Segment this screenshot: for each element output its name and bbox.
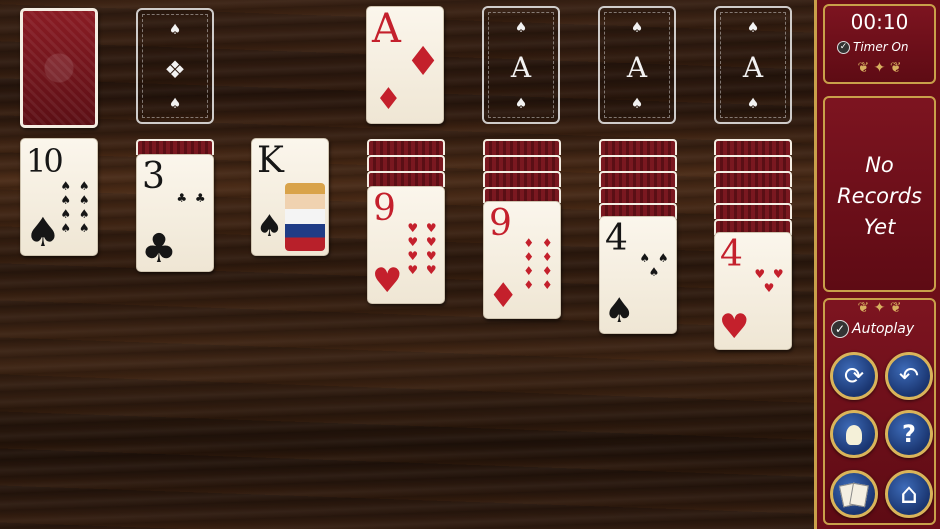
tableau-card-king-spades[interactable]: K ♠ — [251, 138, 329, 256]
face-down-card — [367, 171, 445, 187]
face-down-card — [714, 155, 792, 171]
spade-ornament-icon: ♠ — [746, 20, 760, 36]
flourish-ornament-icon: ❦ ✦ ❦ — [857, 300, 902, 316]
foundation-4[interactable]: ♠ A ♠ — [714, 6, 792, 124]
king-portrait — [285, 183, 325, 251]
face-down-card — [483, 155, 561, 171]
spade-ornament-icon: ♠ — [168, 22, 182, 38]
spade-ornament-icon: ♠ — [514, 96, 528, 112]
tableau-card-10-spades[interactable]: 10 ♠ ♠ ♠ ♠ ♠ ♠ ♠ ♠ ♠ — [20, 138, 98, 256]
diamond-icon: ♦ — [375, 82, 402, 117]
spade-ornament-icon: ♠ — [514, 20, 528, 36]
face-down-card — [714, 139, 792, 155]
records-panel: No Records Yet — [823, 96, 936, 292]
lightbulb-glyph — [846, 425, 862, 445]
foundation-1[interactable]: A ♦ ♦ — [366, 6, 444, 124]
face-down-card — [599, 139, 677, 155]
card-rank: A — [372, 6, 401, 52]
timer-toggle[interactable]: ✓ Timer On — [837, 40, 909, 54]
hint-lightbulb-icon[interactable] — [830, 410, 878, 458]
records-line: Records — [837, 184, 922, 208]
fleur-ornament-icon: ❖ — [164, 56, 186, 84]
card-pips: ♦ ♦ ♦ ♦ ♦ ♦ ♦ ♦ — [523, 236, 553, 292]
refresh-icon[interactable]: ⟳ — [830, 352, 878, 400]
diamond-icon: ♦ — [405, 39, 441, 85]
spade-ornament-icon: ♠ — [630, 96, 644, 112]
records-message: No Records Yet — [825, 150, 934, 243]
help-icon[interactable]: ? — [885, 410, 933, 458]
autoplay-toggle[interactable]: ✓ Autoplay — [831, 320, 914, 338]
foundation-3[interactable]: ♠ A ♠ — [598, 6, 676, 124]
tableau-card-9-hearts[interactable]: 9 ♥ ♥ ♥ ♥ ♥ ♥ ♥ ♥ ♥ — [367, 186, 445, 304]
foundation-ace-label: A — [510, 51, 532, 84]
club-icon: ♣ — [141, 226, 177, 272]
tableau-card-9-diamonds[interactable]: 9 ♦ ♦ ♦ ♦ ♦ ♦ ♦ ♦ ♦ — [483, 201, 561, 319]
records-line: Yet — [863, 215, 896, 239]
diamond-icon: ♦ — [488, 276, 519, 316]
spade-icon: ♠ — [256, 209, 283, 244]
game-table: ♠ ❖ ♠ A ♦ ♦ ♠ A ♠ ♠ A ♠ ♠ A ♠ 10 ♠ ♠ ♠ ♠… — [0, 0, 814, 529]
controls-panel: ❦ ✦ ❦ ✓ Autoplay ⟳ ↶ ? ⌂ — [823, 298, 936, 525]
cards-icon[interactable] — [830, 470, 878, 518]
card-rank: 10 — [26, 142, 64, 180]
face-down-card — [367, 139, 445, 155]
face-down-card — [714, 203, 792, 219]
heart-icon: ♥ — [372, 261, 403, 301]
spade-ornament-icon: ♠ — [168, 96, 182, 112]
timer-panel: 00:10 ✓ Timer On ❦ ✦ ❦ — [823, 4, 936, 84]
home-icon[interactable]: ⌂ — [885, 470, 933, 518]
timer-on-label: Timer On — [853, 40, 909, 54]
stock-pile[interactable] — [20, 8, 98, 128]
records-line: No — [865, 153, 894, 177]
tableau-card-4-hearts[interactable]: 4 ♥ ♥ ♥ ♥ — [714, 232, 792, 350]
tableau-card-3-clubs[interactable]: 3 ♣ ♣ ♣ — [136, 154, 214, 272]
face-down-card — [714, 187, 792, 203]
face-down-card — [599, 171, 677, 187]
spade-icon: ♠ — [25, 210, 61, 256]
face-down-card — [483, 171, 561, 187]
foundation-2[interactable]: ♠ A ♠ — [482, 6, 560, 124]
foundation-ace-label: A — [742, 51, 764, 84]
face-down-card — [599, 187, 677, 203]
card-pips: ♠ ♠ ♠ ♠ ♠ ♠ ♠ ♠ — [60, 179, 90, 235]
sidebar: 00:10 ✓ Timer On ❦ ✦ ❦ No Records Yet ❦ ✦… — [814, 0, 940, 529]
check-icon: ✓ — [837, 41, 850, 54]
card-pips: ♠ ♠ ♠ — [639, 251, 669, 279]
face-down-card — [714, 171, 792, 187]
face-down-card — [599, 155, 677, 171]
card-rank: 9 — [373, 188, 396, 229]
card-pips: ♥ ♥ ♥ ♥ ♥ ♥ ♥ ♥ — [407, 221, 437, 277]
timer-display: 00:10 — [850, 10, 909, 34]
card-rank: K — [257, 140, 284, 181]
waste-pile-slot[interactable]: ♠ ❖ ♠ — [136, 8, 214, 124]
card-rank: 9 — [489, 203, 512, 244]
spade-icon: ♠ — [604, 291, 635, 331]
card-rank: 4 — [720, 234, 743, 275]
flourish-ornament-icon: ❦ ✦ ❦ — [857, 60, 902, 76]
spade-ornament-icon: ♠ — [746, 96, 760, 112]
face-down-card — [483, 139, 561, 155]
heart-icon: ♥ — [719, 307, 750, 347]
card-pips: ♣ ♣ — [176, 191, 206, 205]
check-icon: ✓ — [831, 320, 849, 338]
foundation-ace-label: A — [626, 51, 648, 84]
undo-icon[interactable]: ↶ — [885, 352, 933, 400]
tableau-card-4-spades[interactable]: 4 ♠ ♠ ♠ ♠ — [599, 216, 677, 334]
card-rank: 3 — [142, 156, 165, 197]
face-down-card — [367, 155, 445, 171]
spade-ornament-icon: ♠ — [630, 20, 644, 36]
face-down-card — [136, 139, 214, 155]
card-rank: 4 — [605, 218, 628, 259]
autoplay-label: Autoplay — [852, 321, 915, 337]
card-pips: ♥ ♥ ♥ — [754, 267, 784, 295]
